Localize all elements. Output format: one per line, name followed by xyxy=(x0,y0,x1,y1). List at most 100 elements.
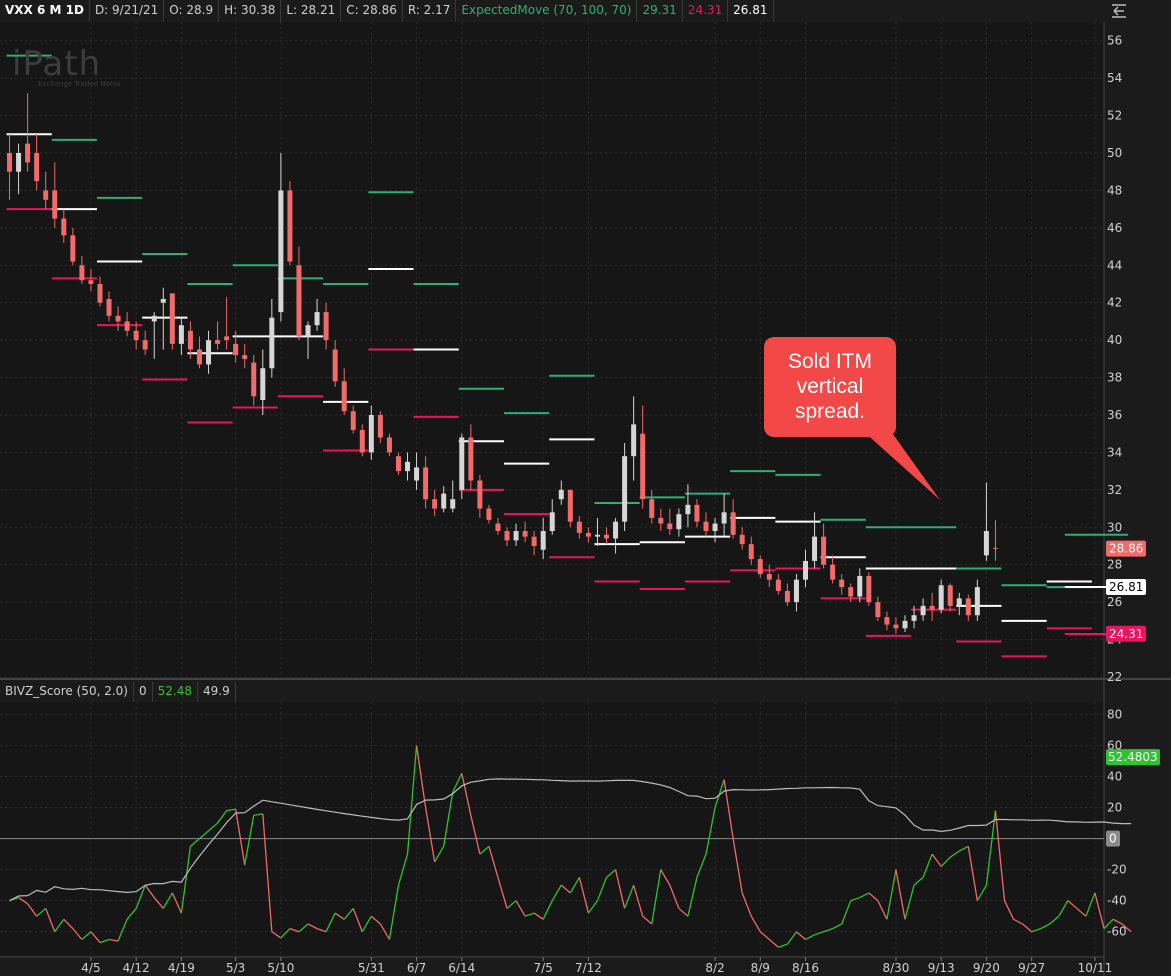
candle-body xyxy=(133,330,139,341)
time-tick-label: 9/20 xyxy=(973,961,1000,975)
candle-body xyxy=(169,293,175,344)
price-tick-label: 50 xyxy=(1107,146,1122,160)
candle-body xyxy=(911,615,917,621)
candle-body xyxy=(25,143,31,163)
price-tick-label: 44 xyxy=(1107,258,1122,272)
candle-body xyxy=(803,560,809,580)
candle-body xyxy=(61,218,67,236)
time-tick-label: 6/7 xyxy=(407,961,426,975)
candle-body xyxy=(622,456,628,522)
candle-body xyxy=(305,325,311,337)
candle-body xyxy=(187,330,193,350)
oscillator-panel xyxy=(0,702,1104,955)
candle-body xyxy=(531,536,537,546)
candle-body xyxy=(151,315,157,322)
candle-body xyxy=(386,437,392,453)
candle-body xyxy=(495,523,501,532)
price-tick-label: 40 xyxy=(1107,333,1122,347)
oscillator-tick-label: 80 xyxy=(1107,707,1122,721)
price-tick-label: 42 xyxy=(1107,296,1122,310)
oscillator-study-label[interactable]: BIVZ_Score (50, 2.0) xyxy=(0,682,134,702)
candle xyxy=(459,433,465,500)
time-tick-label: 8/2 xyxy=(705,961,724,975)
candle-body xyxy=(215,340,221,344)
candle-body xyxy=(712,523,718,532)
candle-body xyxy=(757,559,763,575)
ipath-logo: iPath Exchange Traded Notes xyxy=(12,44,120,88)
symbol-label[interactable]: VXX 6 M 1D xyxy=(0,0,90,22)
price-tick-label: 28 xyxy=(1107,558,1122,572)
candle-body xyxy=(576,521,582,533)
expected-move-mid-value: 26.81 xyxy=(728,0,774,22)
candle-body xyxy=(793,579,799,603)
candle-body xyxy=(513,531,519,541)
candle-body xyxy=(938,585,944,610)
candle-body xyxy=(450,499,456,509)
oscillator-zero-tag: 0 xyxy=(1109,832,1117,846)
oscillator-header: BIVZ_Score (50, 2.0) 0 52.48 49.9 xyxy=(0,682,236,702)
candle-body xyxy=(839,579,845,588)
expected-move-study-label[interactable]: ExpectedMove (70, 100, 70) xyxy=(456,0,638,22)
candle-body xyxy=(296,265,302,337)
date-label: D: 9/21/21 xyxy=(90,0,165,22)
candle-body xyxy=(432,499,438,509)
time-tick-label: 7/5 xyxy=(534,961,553,975)
time-tick-label: 6/14 xyxy=(448,961,475,975)
candle-body xyxy=(88,280,94,284)
candle-body xyxy=(558,489,564,500)
candle-body xyxy=(332,349,338,382)
candle-body xyxy=(658,517,664,524)
time-tick-label: 8/9 xyxy=(751,961,770,975)
candle-body xyxy=(224,336,230,341)
candle-body xyxy=(631,424,637,457)
candle-body xyxy=(947,585,953,606)
candle-body xyxy=(875,602,881,618)
candle-body xyxy=(34,153,40,182)
candle-body xyxy=(287,190,293,262)
candle xyxy=(622,443,628,532)
chart-canvas[interactable]: 2224262830323436384042444648505254564/54… xyxy=(0,0,1171,976)
candle-body xyxy=(459,437,465,490)
expected-move-upper-value: 29.31 xyxy=(637,0,683,22)
candle-body xyxy=(97,284,103,303)
candle-body xyxy=(866,575,872,603)
candle-body xyxy=(441,493,447,509)
oscillator-value-2: 49.9 xyxy=(198,682,236,702)
oscillator-value-1: 52.48 xyxy=(153,682,198,702)
price-tick-label: 38 xyxy=(1107,371,1122,385)
candle-body xyxy=(775,579,781,591)
candle-body xyxy=(350,411,356,430)
candle-body xyxy=(468,437,474,481)
candle-body xyxy=(812,536,818,561)
price-header: VXX 6 M 1D D: 9/21/21 O: 28.9 H: 30.38 L… xyxy=(0,0,774,22)
candle-body xyxy=(676,514,682,530)
candle-body xyxy=(278,190,284,313)
price-tick-label: 30 xyxy=(1107,520,1122,534)
candle-body xyxy=(667,523,673,530)
candle-body xyxy=(79,265,85,281)
oscillator-tick-label: -20 xyxy=(1107,863,1127,877)
expected-move-lower-value: 24.31 xyxy=(683,0,729,22)
candle-body xyxy=(16,153,22,172)
close-label: C: 28.86 xyxy=(341,0,403,22)
candle-body xyxy=(160,298,166,303)
candle-body xyxy=(748,544,754,560)
price-tick-label: 56 xyxy=(1107,34,1122,48)
annotation-callout: Sold ITM vertical spread. xyxy=(764,337,896,437)
oscillator-value-0: 0 xyxy=(134,682,153,702)
candle-body xyxy=(52,190,58,219)
price-tick-label: 48 xyxy=(1107,183,1122,197)
candle-body xyxy=(359,429,365,453)
price-tick-label: 52 xyxy=(1107,109,1122,123)
candle-body xyxy=(206,340,212,365)
candle-body xyxy=(522,531,528,537)
collapse-panel-icon[interactable] xyxy=(1110,3,1128,19)
time-tick-label: 8/30 xyxy=(882,961,909,975)
candle-body xyxy=(414,467,420,481)
time-tick-label: 7/12 xyxy=(575,961,602,975)
candle-body xyxy=(504,531,510,541)
candle-body xyxy=(784,590,790,603)
price-tick-label: 46 xyxy=(1107,221,1122,235)
candle-body xyxy=(260,368,266,401)
candle-body xyxy=(196,349,202,365)
